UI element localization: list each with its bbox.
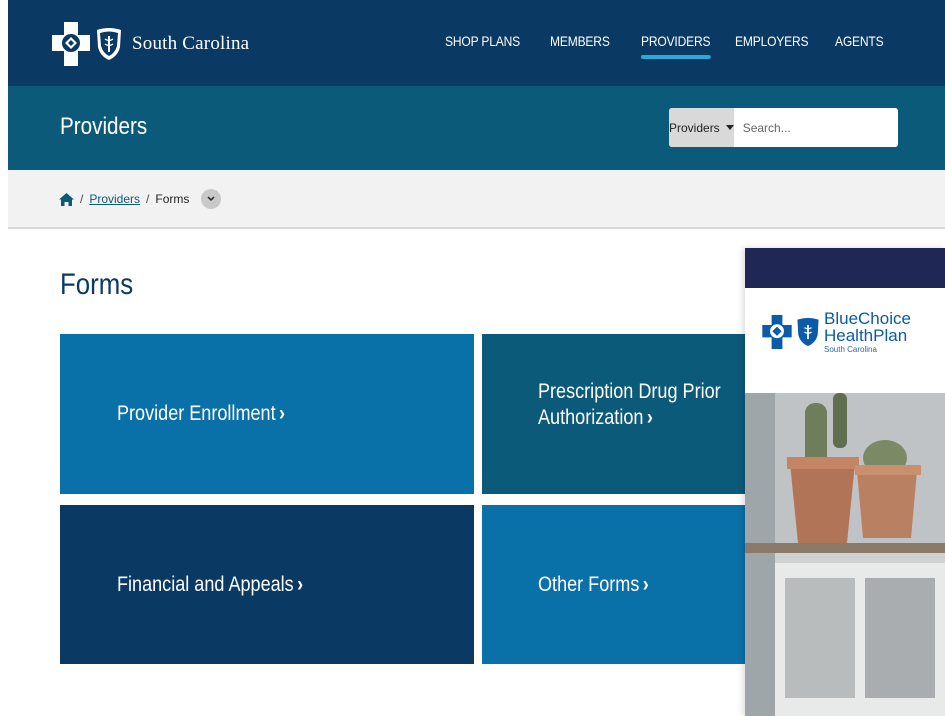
- chevron-right-icon: ›: [279, 402, 286, 425]
- chevron-right-icon: ›: [642, 573, 649, 596]
- cross-logo-icon: [762, 315, 792, 349]
- promo-brand-text: BlueChoice HealthPlan South Carolina: [824, 309, 911, 354]
- breadcrumb-providers[interactable]: Providers: [89, 192, 140, 206]
- breadcrumb-bar: / Providers / Forms: [8, 170, 945, 229]
- promo-photo-cactus: [745, 393, 945, 716]
- search-bar: Providers: [669, 108, 898, 147]
- caret-down-icon: [725, 125, 734, 130]
- nav-agents[interactable]: AGENTS: [835, 33, 884, 49]
- breadcrumb-separator: /: [146, 192, 150, 206]
- promo-header-bar: [745, 248, 945, 288]
- nav-members[interactable]: MEMBERS: [550, 33, 610, 49]
- search-scope-label: Providers: [669, 120, 720, 135]
- breadcrumb: / Providers / Forms: [59, 189, 222, 209]
- page: South Carolina SHOP PLANS MEMBERS PROVID…: [8, 0, 945, 716]
- tile-label: Provider Enrollment ›: [117, 401, 285, 427]
- brand-name: South Carolina: [132, 33, 250, 54]
- chevron-down-icon: [207, 196, 215, 202]
- top-navigation: South Carolina SHOP PLANS MEMBERS PROVID…: [8, 0, 945, 86]
- chevron-right-icon: ›: [297, 573, 304, 596]
- shield-logo-icon: [797, 317, 819, 347]
- tile-provider-enrollment[interactable]: Provider Enrollment ›: [60, 334, 474, 494]
- page-title: Forms: [60, 268, 134, 301]
- site-logo[interactable]: South Carolina: [52, 20, 249, 68]
- tile-label: Financial and Appeals ›: [117, 572, 303, 598]
- bluechoice-logo: BlueChoice HealthPlan South Carolina: [762, 310, 911, 354]
- breadcrumb-separator: /: [80, 192, 84, 206]
- chevron-right-icon: ›: [646, 406, 653, 430]
- section-title: Providers: [60, 113, 148, 140]
- search-scope-dropdown[interactable]: Providers: [669, 108, 734, 147]
- tile-label: Other Forms ›: [538, 572, 649, 598]
- nav-shop-plans[interactable]: SHOP PLANS: [445, 33, 520, 49]
- breadcrumb-expand-button[interactable]: [201, 189, 222, 209]
- nav-providers[interactable]: PROVIDERS: [641, 33, 711, 59]
- cross-logo-icon: [52, 22, 90, 66]
- shield-logo-icon: [96, 27, 122, 61]
- section-header: Providers Providers: [8, 86, 945, 170]
- nav-employers[interactable]: EMPLOYERS: [735, 33, 809, 49]
- breadcrumb-current: Forms: [155, 192, 190, 206]
- tile-financial-and-appeals[interactable]: Financial and Appeals ›: [60, 505, 474, 664]
- search-input[interactable]: [733, 108, 898, 147]
- tile-label: Prescription Drug Prior Authorization ›: [538, 379, 721, 432]
- bluechoice-promo-panel[interactable]: BlueChoice HealthPlan South Carolina: [745, 248, 945, 716]
- home-icon[interactable]: [59, 192, 74, 206]
